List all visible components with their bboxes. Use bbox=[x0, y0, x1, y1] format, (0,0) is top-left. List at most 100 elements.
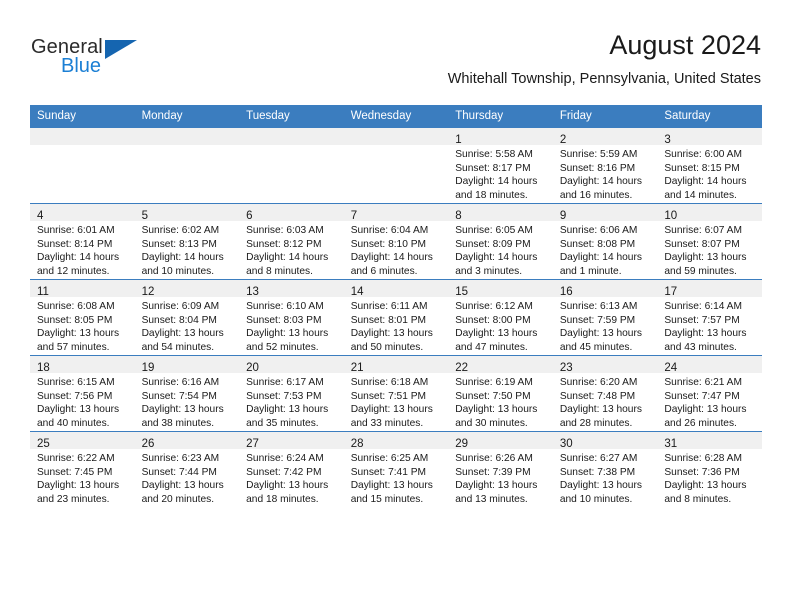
day-cell[interactable]: 1 Sunrise: 5:58 AM Sunset: 8:17 PM Daylight… bbox=[448, 127, 553, 204]
day-detail-line: Sunrise: 5:58 AM bbox=[455, 149, 533, 160]
day-detail-line: Daylight: 13 hours bbox=[37, 404, 120, 416]
day-detail-line: Daylight: 13 hours bbox=[350, 404, 433, 416]
day-cell[interactable]: 5 Sunrise: 6:02 AM Sunset: 8:13 PM Daylight… bbox=[134, 203, 240, 280]
day-cell-details: Sunrise: 6:16 AM Sunset: 7:54 PM Daylight:… bbox=[135, 373, 240, 430]
day-cell[interactable]: 31 Sunrise: 6:28 AM Sunset: 7:36 PM Dayligh… bbox=[657, 431, 762, 507]
day-detail-line: and 13 minutes. bbox=[455, 493, 528, 505]
day-cell-details: Sunrise: 6:02 AM Sunset: 8:13 PM Daylight:… bbox=[135, 221, 240, 278]
day-cell[interactable]: 10 Sunrise: 6:07 AM Sunset: 8:07 PM Dayligh… bbox=[657, 203, 762, 280]
day-cell[interactable]: 21 Sunrise: 6:18 AM Sunset: 7:51 PM Dayligh… bbox=[343, 355, 449, 432]
day-detail-line: Sunrise: 6:19 AM bbox=[455, 377, 533, 388]
day-detail-line: Sunrise: 6:05 AM bbox=[455, 225, 533, 236]
day-detail-line: Sunrise: 6:28 AM bbox=[664, 453, 742, 464]
day-cell-details bbox=[344, 145, 449, 148]
day-detail-line: and 33 minutes. bbox=[350, 417, 424, 429]
day-cell-details: Sunrise: 5:59 AM Sunset: 8:16 PM Daylight:… bbox=[553, 145, 658, 202]
day-detail-line: Sunrise: 6:17 AM bbox=[246, 377, 324, 388]
day-detail-line: Sunrise: 6:04 AM bbox=[350, 225, 429, 236]
day-cell[interactable]: 22 Sunrise: 6:19 AM Sunset: 7:50 PM Dayligh… bbox=[448, 355, 553, 432]
day-detail-line: Sunset: 8:00 PM bbox=[455, 314, 531, 326]
weekday-header-sunday: Sunday bbox=[30, 105, 135, 128]
day-cell[interactable]: 18 Sunrise: 6:15 AM Sunset: 7:56 PM Dayligh… bbox=[30, 355, 135, 432]
day-cell[interactable]: 15 Sunrise: 6:12 AM Sunset: 8:00 PM Dayligh… bbox=[448, 279, 553, 356]
day-detail-line: Sunrise: 6:13 AM bbox=[559, 301, 638, 312]
day-number: 22 bbox=[455, 362, 469, 374]
day-cell[interactable]: 6 Sunrise: 6:03 AM Sunset: 8:12 PM Daylight… bbox=[239, 203, 344, 280]
day-number-band: 12 bbox=[134, 280, 240, 298]
day-number: 28 bbox=[350, 438, 364, 450]
day-detail-line: Daylight: 13 hours bbox=[246, 404, 329, 416]
day-detail-line: Sunset: 7:53 PM bbox=[246, 390, 322, 402]
day-cell[interactable]: 7 Sunrise: 6:04 AM Sunset: 8:10 PM Daylight… bbox=[343, 203, 449, 280]
day-number: 21 bbox=[350, 362, 364, 374]
weekday-header-saturday: Saturday bbox=[657, 105, 762, 128]
day-detail-line: Sunset: 8:16 PM bbox=[559, 162, 636, 174]
day-cell[interactable]: 26 Sunrise: 6:23 AM Sunset: 7:44 PM Dayligh… bbox=[134, 431, 240, 507]
triangle-flag-icon bbox=[105, 40, 137, 59]
weekday-header-monday: Monday bbox=[134, 105, 240, 128]
day-number-band: 11 bbox=[30, 280, 135, 298]
day-number: 25 bbox=[37, 438, 50, 450]
day-cell[interactable]: 12 Sunrise: 6:09 AM Sunset: 8:04 PM Dayligh… bbox=[134, 279, 240, 356]
day-detail-line: Sunrise: 6:08 AM bbox=[37, 301, 115, 312]
day-cell-details: Sunrise: 6:17 AM Sunset: 7:53 PM Daylight:… bbox=[239, 373, 344, 430]
day-number-band: 5 bbox=[134, 204, 240, 222]
day-cell[interactable]: 3 Sunrise: 6:00 AM Sunset: 8:15 PM Daylight… bbox=[657, 127, 762, 204]
brand-logo[interactable]: General Blue bbox=[31, 36, 211, 86]
day-number: 4 bbox=[37, 210, 44, 222]
day-cell[interactable]: 23 Sunrise: 6:20 AM Sunset: 7:48 PM Dayligh… bbox=[552, 355, 658, 432]
day-cell[interactable]: 16 Sunrise: 6:13 AM Sunset: 7:59 PM Dayligh… bbox=[552, 279, 658, 356]
day-cell[interactable]: 20 Sunrise: 6:17 AM Sunset: 7:53 PM Dayligh… bbox=[239, 355, 344, 432]
day-detail-line: Sunset: 7:48 PM bbox=[559, 390, 636, 402]
day-cell[interactable]: 29 Sunrise: 6:26 AM Sunset: 7:39 PM Dayligh… bbox=[448, 431, 553, 507]
day-cell[interactable]: 24 Sunrise: 6:21 AM Sunset: 7:47 PM Dayligh… bbox=[657, 355, 762, 432]
day-number: 16 bbox=[559, 286, 573, 298]
day-detail-line: Sunset: 7:59 PM bbox=[559, 314, 636, 326]
day-detail-line: and 54 minutes. bbox=[141, 341, 215, 353]
day-number: 5 bbox=[141, 210, 148, 222]
day-cell[interactable]: 2 Sunrise: 5:59 AM Sunset: 8:16 PM Daylight… bbox=[552, 127, 658, 204]
day-cell[interactable]: 8 Sunrise: 6:05 AM Sunset: 8:09 PM Daylight… bbox=[448, 203, 553, 280]
day-detail-line: Sunrise: 6:03 AM bbox=[246, 225, 324, 236]
day-detail-line: Sunrise: 6:21 AM bbox=[664, 377, 742, 388]
day-cell[interactable]: 19 Sunrise: 6:16 AM Sunset: 7:54 PM Dayligh… bbox=[134, 355, 240, 432]
day-number-band: 13 bbox=[239, 280, 344, 298]
day-detail-line: Daylight: 13 hours bbox=[141, 404, 224, 416]
day-cell-details: Sunrise: 6:05 AM Sunset: 8:09 PM Daylight:… bbox=[448, 221, 553, 278]
day-detail-line: Sunset: 8:14 PM bbox=[37, 238, 113, 250]
day-cell-details: Sunrise: 6:24 AM Sunset: 7:42 PM Daylight:… bbox=[239, 449, 344, 506]
day-cell-details: Sunrise: 6:22 AM Sunset: 7:45 PM Daylight:… bbox=[30, 449, 135, 506]
day-detail-line: Daylight: 13 hours bbox=[141, 328, 224, 340]
day-cell[interactable]: 13 Sunrise: 6:10 AM Sunset: 8:03 PM Dayligh… bbox=[239, 279, 344, 356]
day-number: 6 bbox=[246, 210, 253, 222]
day-cell[interactable]: 27 Sunrise: 6:24 AM Sunset: 7:42 PM Dayligh… bbox=[239, 431, 344, 507]
day-cell[interactable]: 25 Sunrise: 6:22 AM Sunset: 7:45 PM Dayligh… bbox=[30, 431, 135, 507]
day-cell-details: Sunrise: 6:28 AM Sunset: 7:36 PM Daylight:… bbox=[657, 449, 762, 506]
day-cell-details: Sunrise: 6:13 AM Sunset: 7:59 PM Daylight:… bbox=[553, 297, 658, 354]
day-cell[interactable]: 9 Sunrise: 6:06 AM Sunset: 8:08 PM Daylight… bbox=[552, 203, 658, 280]
calendar-week-row: 25 Sunrise: 6:22 AM Sunset: 7:45 PM Dayligh… bbox=[30, 431, 762, 507]
day-cell[interactable]: 14 Sunrise: 6:11 AM Sunset: 8:01 PM Dayligh… bbox=[343, 279, 449, 356]
day-detail-line: and 14 minutes. bbox=[664, 189, 737, 201]
day-cell[interactable]: 30 Sunrise: 6:27 AM Sunset: 7:38 PM Dayligh… bbox=[552, 431, 658, 507]
day-detail-line: Daylight: 13 hours bbox=[559, 404, 642, 416]
day-number: 26 bbox=[141, 438, 155, 450]
day-number: 15 bbox=[455, 286, 469, 298]
calendar-header-row: Sunday Monday Tuesday Wednesday Thursday… bbox=[30, 105, 762, 128]
day-cell[interactable]: 11 Sunrise: 6:08 AM Sunset: 8:05 PM Dayligh… bbox=[30, 279, 135, 356]
day-detail-line: Sunset: 7:47 PM bbox=[664, 390, 740, 402]
day-number: 27 bbox=[246, 438, 259, 450]
day-cell-empty bbox=[343, 127, 449, 204]
weekday-header-friday: Friday bbox=[552, 105, 658, 128]
day-number: 31 bbox=[664, 438, 678, 450]
day-detail-line: Sunrise: 6:22 AM bbox=[37, 453, 115, 464]
day-detail-line: and 40 minutes. bbox=[37, 417, 110, 429]
day-detail-line: Daylight: 14 hours bbox=[455, 176, 538, 188]
location-subtitle: Whitehall Township, Pennsylvania, United… bbox=[447, 71, 761, 87]
day-detail-line: Sunset: 8:05 PM bbox=[37, 314, 113, 326]
day-detail-line: Sunset: 7:38 PM bbox=[559, 466, 636, 478]
day-cell[interactable]: 17 Sunrise: 6:14 AM Sunset: 7:57 PM Dayligh… bbox=[657, 279, 762, 356]
day-cell[interactable]: 28 Sunrise: 6:25 AM Sunset: 7:41 PM Dayligh… bbox=[343, 431, 449, 507]
day-number: 29 bbox=[455, 438, 469, 450]
day-cell[interactable]: 4 Sunrise: 6:01 AM Sunset: 8:14 PM Daylight… bbox=[30, 203, 135, 280]
